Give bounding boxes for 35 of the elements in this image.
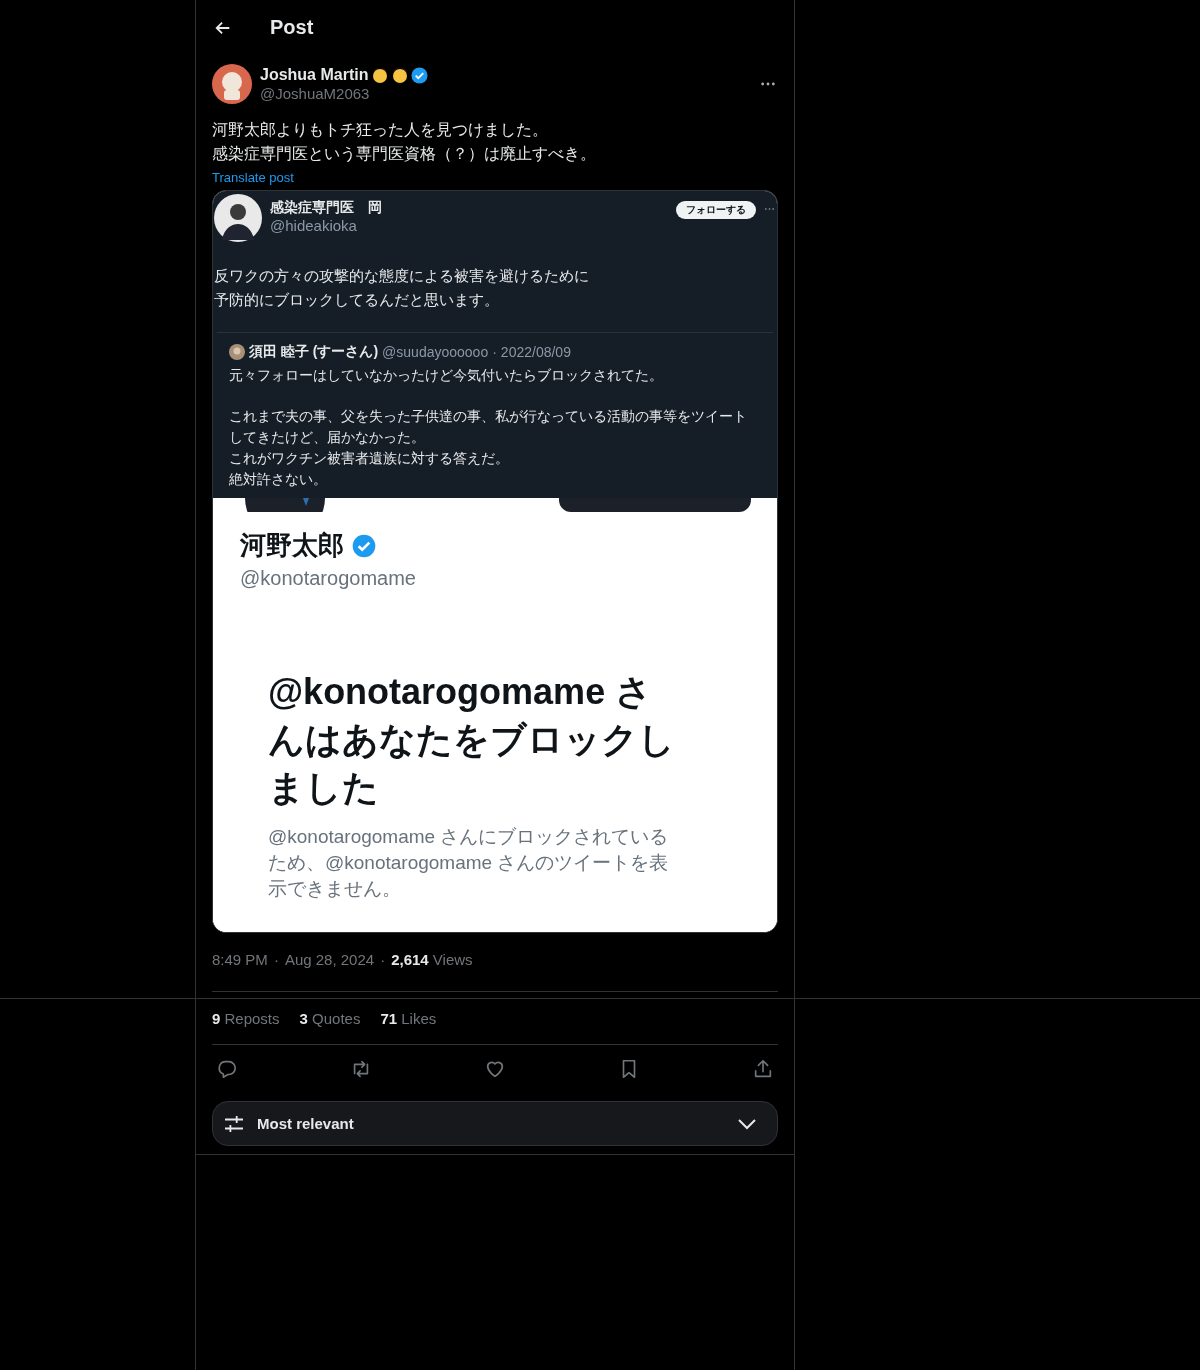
stat-link[interactable]: 9 Reposts [212, 1009, 280, 1027]
user-handle: @suudayoooooo [382, 344, 489, 360]
translate-link[interactable]: Translate post [212, 170, 294, 185]
profile-handle: @konotarogomame [240, 567, 417, 590]
user-handle: @hideakioka [270, 217, 358, 234]
author-name[interactable]: Joshua Martin [260, 66, 369, 84]
blocked-heading: @konotarogomame さ んはあなたをブロックし ました [268, 670, 676, 810]
sort-dropdown[interactable]: Most relevant [212, 1101, 778, 1146]
post-date: Aug 28, 2024 [284, 951, 375, 970]
post-time: 8:49 PM [212, 951, 268, 970]
sliders-icon [223, 1114, 245, 1133]
share-icon[interactable] [752, 1058, 774, 1080]
page-title: Post [270, 16, 314, 39]
reply-icon[interactable] [216, 1058, 238, 1080]
stat-link[interactable]: 3 Quotes [299, 1009, 361, 1027]
author-handle: @JoshuaM2063 [260, 85, 371, 102]
blocked-message: @konotarogomame さんにブロックされている ため、@konotarogomame さんのツイートを表 示できません。 [268, 825, 670, 901]
more-icon[interactable] [760, 81, 776, 87]
more-icon [764, 207, 775, 211]
separator-dot: · [492, 344, 497, 360]
post-text: 河野太郎よりもトチ狂った人を見つけました。 感染症専門医という専門医資格（？）は廃止すべき。 [212, 120, 597, 164]
profile-name: 河野太郎 [240, 529, 344, 562]
user-name: 須田 睦子 (すーさん) [249, 343, 379, 361]
attached-screenshot[interactable] [212, 190, 778, 933]
quoted-text: これまで夫の事、父を失った子供達の事、私が行なっている活動の事等をツイート してきたけど、届かなかった。 これがワクチン被害者遺族に対する答えだ。 絶対許さない。 [229, 408, 748, 489]
tweet-text: 反ワクの方々の攻撃的な態度による被害を避けるために 予防的にブロックしてるんだと思います。 [214, 266, 590, 310]
user-name: 感染症専門医 岡 [270, 199, 383, 217]
separator-dot: · [380, 951, 386, 970]
quoted-text: 元々フォローはしていなかったけど今気付いたらブロックされてた。 [229, 367, 664, 385]
stat-link[interactable]: 71 Likes [380, 1009, 437, 1027]
view-count: 2,614 Views [391, 951, 473, 970]
follow-button: フォローする [676, 201, 756, 219]
chevron-down-icon [737, 1117, 757, 1130]
separator-dot: · [273, 951, 279, 970]
post-date: 2022/08/09 [500, 344, 571, 360]
